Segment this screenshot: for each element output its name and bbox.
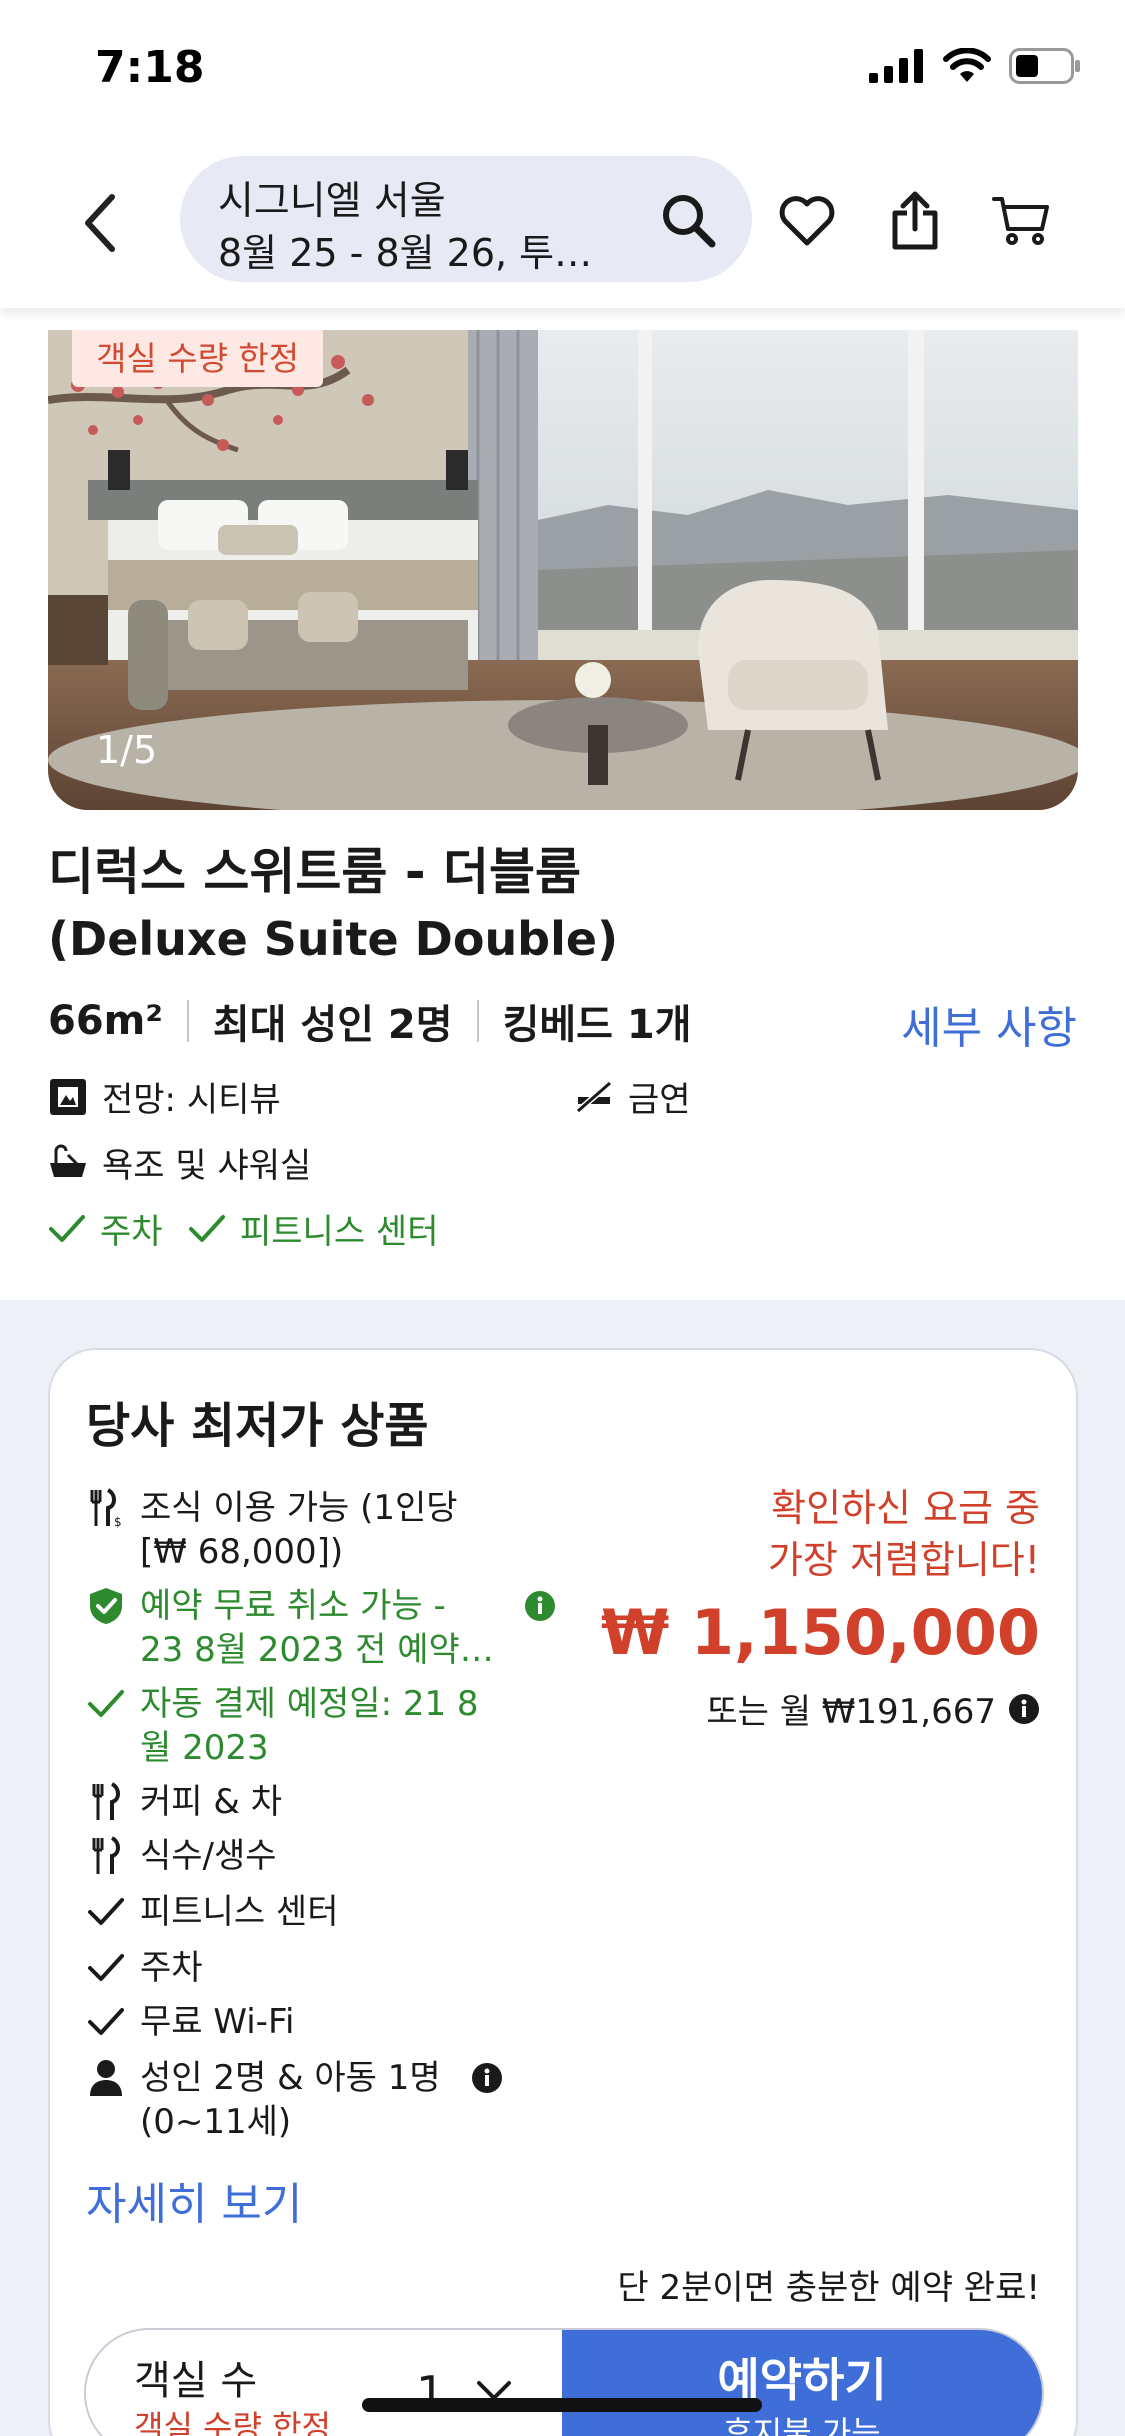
feature-wifi: 무료 Wi-Fi <box>86 2000 294 2044</box>
feature-coffee: 커피 & 차 <box>86 1780 282 1824</box>
status-icons <box>869 48 1081 84</box>
search-icon[interactable] <box>660 192 716 248</box>
shield-check-icon <box>90 1588 122 1624</box>
back-button[interactable] <box>70 188 130 258</box>
spec-divider <box>476 1000 479 1042</box>
room-details-link[interactable]: 세부 사항 <box>901 992 1077 1056</box>
status-bar: 7:18 <box>0 0 1125 140</box>
wifi-icon <box>943 48 991 82</box>
city-view-icon <box>50 1078 86 1115</box>
info-icon[interactable] <box>471 2062 503 2094</box>
feature-fitness: 피트니스 센터 <box>86 1890 339 1934</box>
no-smoking-icon <box>576 1080 612 1113</box>
feature-breakfast-line1: 조식 이용 가능 (1인당 <box>140 1488 458 1528</box>
booking-bar: 객실 수 객실 수량 한정 1 예약하기 후지불 가능 <box>84 2328 1044 2436</box>
person-icon <box>90 2060 122 2096</box>
spec-divider <box>186 1000 189 1042</box>
favorite-button[interactable] <box>772 186 842 256</box>
battery-icon <box>1009 48 1080 84</box>
room-occupancy: 최대 성인 2명 <box>212 1002 453 1048</box>
feature-cancel-line1: 예약 무료 취소 가능 - <box>140 1586 446 1626</box>
amenity-parking-label: 주차 <box>100 1212 163 1252</box>
home-indicator[interactable] <box>362 2398 762 2412</box>
feature-water: 식수/생수 <box>86 1834 277 1878</box>
check-icon <box>88 1898 124 1925</box>
check-icon <box>88 1954 124 1981</box>
cart-icon <box>992 197 1049 245</box>
feature-fitness-label: 피트니스 센터 <box>140 1892 339 1932</box>
room-photo <box>48 330 1078 810</box>
check-icon <box>49 1214 85 1242</box>
room-specs: 66m² 최대 성인 2명 킹베드 1개 <box>48 992 692 1050</box>
offer-card: 당사 최저가 상품 $ 조식 이용 가능 (1인당 [₩ 68,000]) 예약… <box>48 1348 1078 2436</box>
feature-breakfast-line2: [₩ 68,000]) <box>140 1532 344 1572</box>
amenity-view: 전망: 시티뷰 <box>48 1072 281 1121</box>
fork-knife-icon <box>92 1782 120 1820</box>
book-button[interactable]: 예약하기 후지불 가능 <box>562 2330 1042 2436</box>
fork-knife-icon <box>92 1836 120 1874</box>
room-count-label: 객실 수 <box>134 2358 258 2404</box>
amenity-bath-label: 욕조 및 샤워실 <box>102 1146 312 1186</box>
heart-icon <box>779 196 835 246</box>
feature-payment-line2: 월 2023 <box>140 1728 269 1768</box>
see-more-link[interactable]: 자세히 보기 <box>86 2168 302 2232</box>
amenity-no-smoking-label: 금연 <box>628 1080 691 1120</box>
search-hotel-name: 시그니엘 서울 <box>218 179 446 224</box>
status-time: 7:18 <box>95 42 205 93</box>
photo-counter: 1/5 <box>96 728 158 772</box>
fast-booking-note: 단 2분이면 충분한 예약 완료! <box>617 2268 1040 2308</box>
check-icon <box>88 2008 124 2035</box>
top-nav-header: 시그니엘 서울 8월 25 - 8월 26, 투… <box>0 140 1125 308</box>
amenity-parking: 주차 <box>48 1204 163 1253</box>
monthly-price-label: 또는 월 ₩191,667 <box>706 1692 996 1732</box>
feature-water-label: 식수/생수 <box>140 1836 277 1876</box>
room-count-selector[interactable]: 객실 수 객실 수량 한정 1 <box>86 2330 562 2436</box>
cart-button[interactable] <box>986 186 1056 256</box>
search-summary-pill[interactable]: 시그니엘 서울 8월 25 - 8월 26, 투… <box>180 156 752 282</box>
feature-wifi-label: 무료 Wi-Fi <box>140 2002 295 2042</box>
fork-knife-icon: $ <box>90 1488 122 1528</box>
feature-payment-line1: 자동 결제 예정일: 21 8 <box>140 1684 479 1724</box>
bathtub-icon <box>50 1144 86 1177</box>
best-price-line1: 확인하신 요금 중 <box>771 1486 1040 1530</box>
svg-text:$: $ <box>114 1515 122 1528</box>
amenity-fitness-label: 피트니스 센터 <box>240 1212 439 1252</box>
feature-auto-payment: 자동 결제 예정일: 21 8 월 2023 <box>86 1682 479 1770</box>
info-icon[interactable] <box>1008 1693 1040 1725</box>
feature-guests-line1: 성인 2명 & 아동 1명 <box>140 2058 441 2098</box>
info-icon[interactable] <box>524 1590 556 1622</box>
best-price-line2: 가장 저렴합니다! <box>767 1538 1040 1582</box>
offer-title: 당사 최저가 상품 <box>86 1398 429 1454</box>
limited-availability-badge: 객실 수량 한정 <box>72 330 324 387</box>
chevron-left-icon <box>85 194 115 252</box>
feature-coffee-label: 커피 & 차 <box>140 1782 282 1822</box>
feature-guests-line2: (0~11세) <box>140 2102 292 2142</box>
room-size: 66m² <box>48 998 163 1044</box>
amenity-no-smoking: 금연 <box>574 1072 691 1121</box>
amenity-fitness: 피트니스 센터 <box>188 1204 439 1253</box>
room-name-english: (Deluxe Suite Double) <box>48 912 619 966</box>
check-icon <box>88 1690 124 1717</box>
cellular-signal-icon <box>869 49 923 83</box>
amenity-view-label: 전망: 시티뷰 <box>102 1080 281 1120</box>
feature-free-cancel: 예약 무료 취소 가능 - 23 8월 2023 전 예약… <box>86 1584 556 1672</box>
check-icon <box>189 1214 225 1242</box>
amenity-bath: 욕조 및 샤워실 <box>48 1138 311 1187</box>
room-bed: 킹베드 1개 <box>502 1002 692 1048</box>
room-count-limited: 객실 수량 한정 <box>134 2408 331 2436</box>
share-icon <box>892 191 938 250</box>
room-name: 디럭스 스위트룸 - 더블룸 <box>48 843 581 901</box>
room-photo-carousel[interactable] <box>48 330 1078 810</box>
share-button[interactable] <box>880 186 950 256</box>
feature-parking-label: 주차 <box>140 1948 203 1988</box>
best-price-note: 확인하신 요금 중 가장 저렴합니다! <box>768 1482 1040 1586</box>
total-price: ₩ 1,150,000 <box>600 1596 1040 1669</box>
monthly-price: 또는 월 ₩191,667 <box>706 1684 1040 1733</box>
feature-parking: 주차 <box>86 1946 203 1990</box>
search-dates-guests: 8월 25 - 8월 26, 투… <box>218 231 593 275</box>
feature-breakfast: $ 조식 이용 가능 (1인당 [₩ 68,000]) <box>86 1486 458 1574</box>
feature-cancel-line2: 23 8월 2023 전 예약… <box>140 1630 494 1670</box>
feature-guests: 성인 2명 & 아동 1명 (0~11세) <box>86 2056 503 2144</box>
book-button-sub: 후지불 가능 <box>723 2414 881 2436</box>
